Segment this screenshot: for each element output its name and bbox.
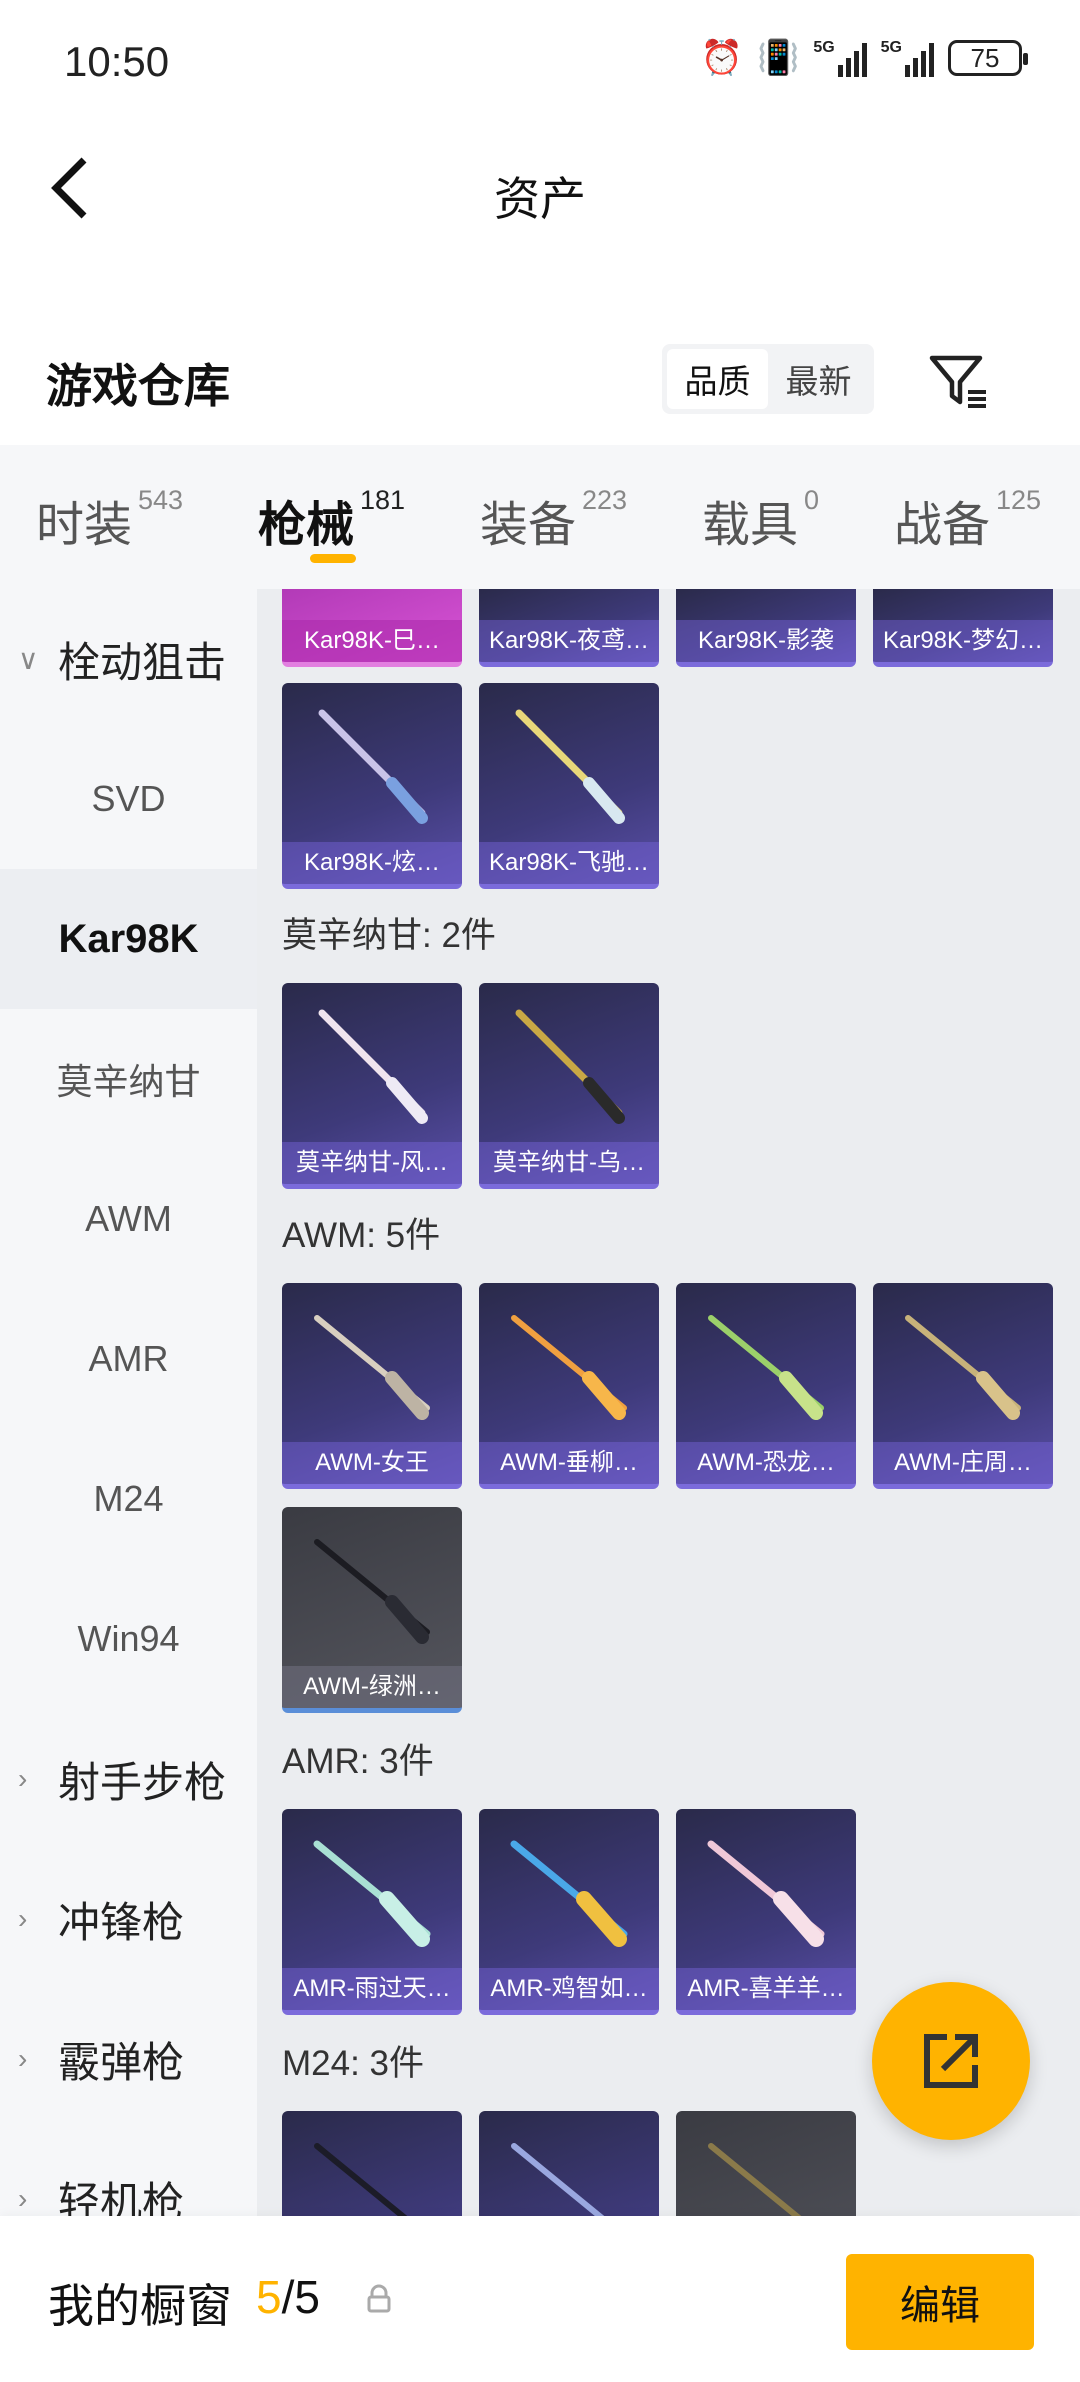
page-title: 资产	[494, 173, 586, 225]
rifle-image	[511, 2143, 605, 2216]
signal-icon-2: 5G	[881, 39, 934, 77]
weapon-card[interactable]: Kar98K-梦幻…	[873, 589, 1053, 667]
sidebar-item-awm[interactable]: AWM	[0, 1149, 257, 1289]
rifle-image	[905, 1315, 1021, 1420]
chevron-right-icon: ›	[18, 1903, 28, 1934]
weapon-card[interactable]: AMR-鸡智如…	[479, 1809, 659, 2015]
chevron-right-icon: ›	[18, 2183, 28, 2214]
sidebar-category-lmg[interactable]: › 轻机枪	[0, 2129, 257, 2217]
showcase-bar: 我的橱窗 5/5 编辑	[0, 2216, 1080, 2382]
weapon-card[interactable]: AWM-庄周…	[873, 1283, 1053, 1489]
edit-button[interactable]: 编辑	[846, 2254, 1034, 2350]
app-header: 资产	[0, 125, 1080, 255]
rifle-image	[708, 2143, 802, 2216]
tab-fashion[interactable]: 时装 543	[36, 485, 183, 555]
rifle-image	[515, 1009, 625, 1124]
rifle-image	[515, 709, 625, 824]
signal-icon: 5G	[813, 39, 867, 77]
sidebar-category-marksman[interactable]: › 射手步枪	[0, 1709, 257, 1849]
weapon-card[interactable]: AWM-恐龙…	[676, 1283, 856, 1489]
tab-equipment[interactable]: 装备 223	[480, 485, 627, 555]
sort-latest-button[interactable]: 最新	[768, 349, 869, 409]
weapon-card[interactable]: Kar98K-巳…	[282, 589, 462, 667]
group-title-awm: AWM: 5件	[282, 1216, 441, 1255]
rifle-image	[510, 1840, 628, 1947]
weapon-card[interactable]: Kar98K-炫…	[282, 683, 462, 889]
weapon-card[interactable]	[282, 2111, 462, 2216]
weapon-card[interactable]: AWM-女王	[282, 1283, 462, 1489]
group-title-m24: M24: 3件	[282, 2044, 424, 2083]
rifle-image	[708, 1315, 824, 1420]
sidebar-item-mosin[interactable]: 莫辛纳甘	[0, 1009, 257, 1149]
sidebar-category-smg[interactable]: › 冲锋枪	[0, 1849, 257, 1989]
warehouse-row: 游戏仓库 品质 最新	[0, 330, 1080, 430]
sidebar-item-win94[interactable]: Win94	[0, 1569, 257, 1709]
sidebar-item-m24[interactable]: M24	[0, 1429, 257, 1569]
filter-icon	[929, 355, 986, 408]
rifle-image	[707, 1840, 825, 1947]
warehouse-title: 游戏仓库	[46, 360, 230, 412]
rifle-image	[314, 1315, 430, 1420]
weapon-grid: Kar98K-巳… Kar98K-夜鸢… Kar98K-影袭 Kar98K-梦幻…	[257, 589, 1080, 2216]
sidebar-category-shotgun[interactable]: › 霰弹枪	[0, 1989, 257, 2129]
share-icon	[924, 2034, 978, 2088]
sidebar-item-kar98k[interactable]: Kar98K	[0, 869, 257, 1009]
sidebar-category-bolt-sniper[interactable]: ∨ 栓动狙击	[0, 589, 257, 729]
alarm-icon: ⏰	[700, 39, 743, 77]
share-button[interactable]	[872, 1982, 1030, 2140]
status-icons: ⏰ 📳 5G 5G 75	[700, 38, 1028, 78]
sidebar-item-amr[interactable]: AMR	[0, 1289, 257, 1429]
rifle-image	[511, 1315, 627, 1420]
rifle-image	[318, 709, 428, 824]
weapon-card[interactable]: Kar98K-夜鸢…	[479, 589, 659, 667]
tab-supplies[interactable]: 战备 125	[894, 485, 1041, 555]
group-title-mosin: 莫辛纳甘: 2件	[282, 916, 496, 955]
weapon-card[interactable]: Kar98K-飞驰…	[479, 683, 659, 889]
weapon-card[interactable]: AMR-喜羊羊…	[676, 1809, 856, 2015]
filter-button[interactable]	[926, 348, 990, 412]
weapon-card[interactable]: AMR-雨过天…	[282, 1809, 462, 2015]
showcase-count: 5/5	[256, 2271, 320, 2323]
weapon-card[interactable]: 莫辛纳甘-风…	[282, 983, 462, 1189]
vibrate-icon: 📳	[756, 39, 800, 77]
sort-segment: 品质 最新	[662, 344, 874, 414]
weapon-card[interactable]: AWM-绿洲…	[282, 1507, 462, 1713]
status-bar: 10:50 ⏰ 📳 5G 5G 75	[0, 0, 1080, 125]
rifle-image	[314, 1539, 430, 1644]
sidebar-item-svd[interactable]: SVD	[0, 729, 257, 869]
tab-vehicles[interactable]: 载具 0	[702, 485, 819, 555]
showcase-label: 我的橱窗	[48, 2280, 232, 2332]
weapon-sidebar: ∨ 栓动狙击 SVD Kar98K 莫辛纳甘 AWM AMR M24 Win94…	[0, 589, 257, 2216]
rifle-image	[313, 1840, 431, 1947]
sort-quality-button[interactable]: 品质	[667, 349, 768, 409]
battery-icon: 75	[948, 40, 1028, 76]
category-tabs: 时装 543 枪械 181 装备 223 载具 0 战备 125	[0, 445, 1080, 589]
rifle-image	[318, 1009, 428, 1124]
chevron-right-icon: ›	[18, 2043, 28, 2074]
rifle-image	[314, 2143, 408, 2216]
chevron-right-icon: ›	[18, 1763, 28, 1794]
weapon-card[interactable]: Kar98K-影袭	[676, 589, 856, 667]
weapon-card[interactable]: 莫辛纳甘-乌…	[479, 983, 659, 1189]
tab-firearms[interactable]: 枪械 181	[258, 485, 405, 555]
weapon-card[interactable]	[479, 2111, 659, 2216]
status-time: 10:50	[64, 38, 170, 85]
weapon-card[interactable]: AWM-垂柳…	[479, 1283, 659, 1489]
weapon-card[interactable]	[676, 2111, 856, 2216]
lock-icon	[367, 2284, 391, 2313]
chevron-down-icon: ∨	[18, 643, 39, 675]
group-title-amr: AMR: 3件	[282, 1742, 434, 1781]
active-tab-indicator	[310, 554, 356, 563]
